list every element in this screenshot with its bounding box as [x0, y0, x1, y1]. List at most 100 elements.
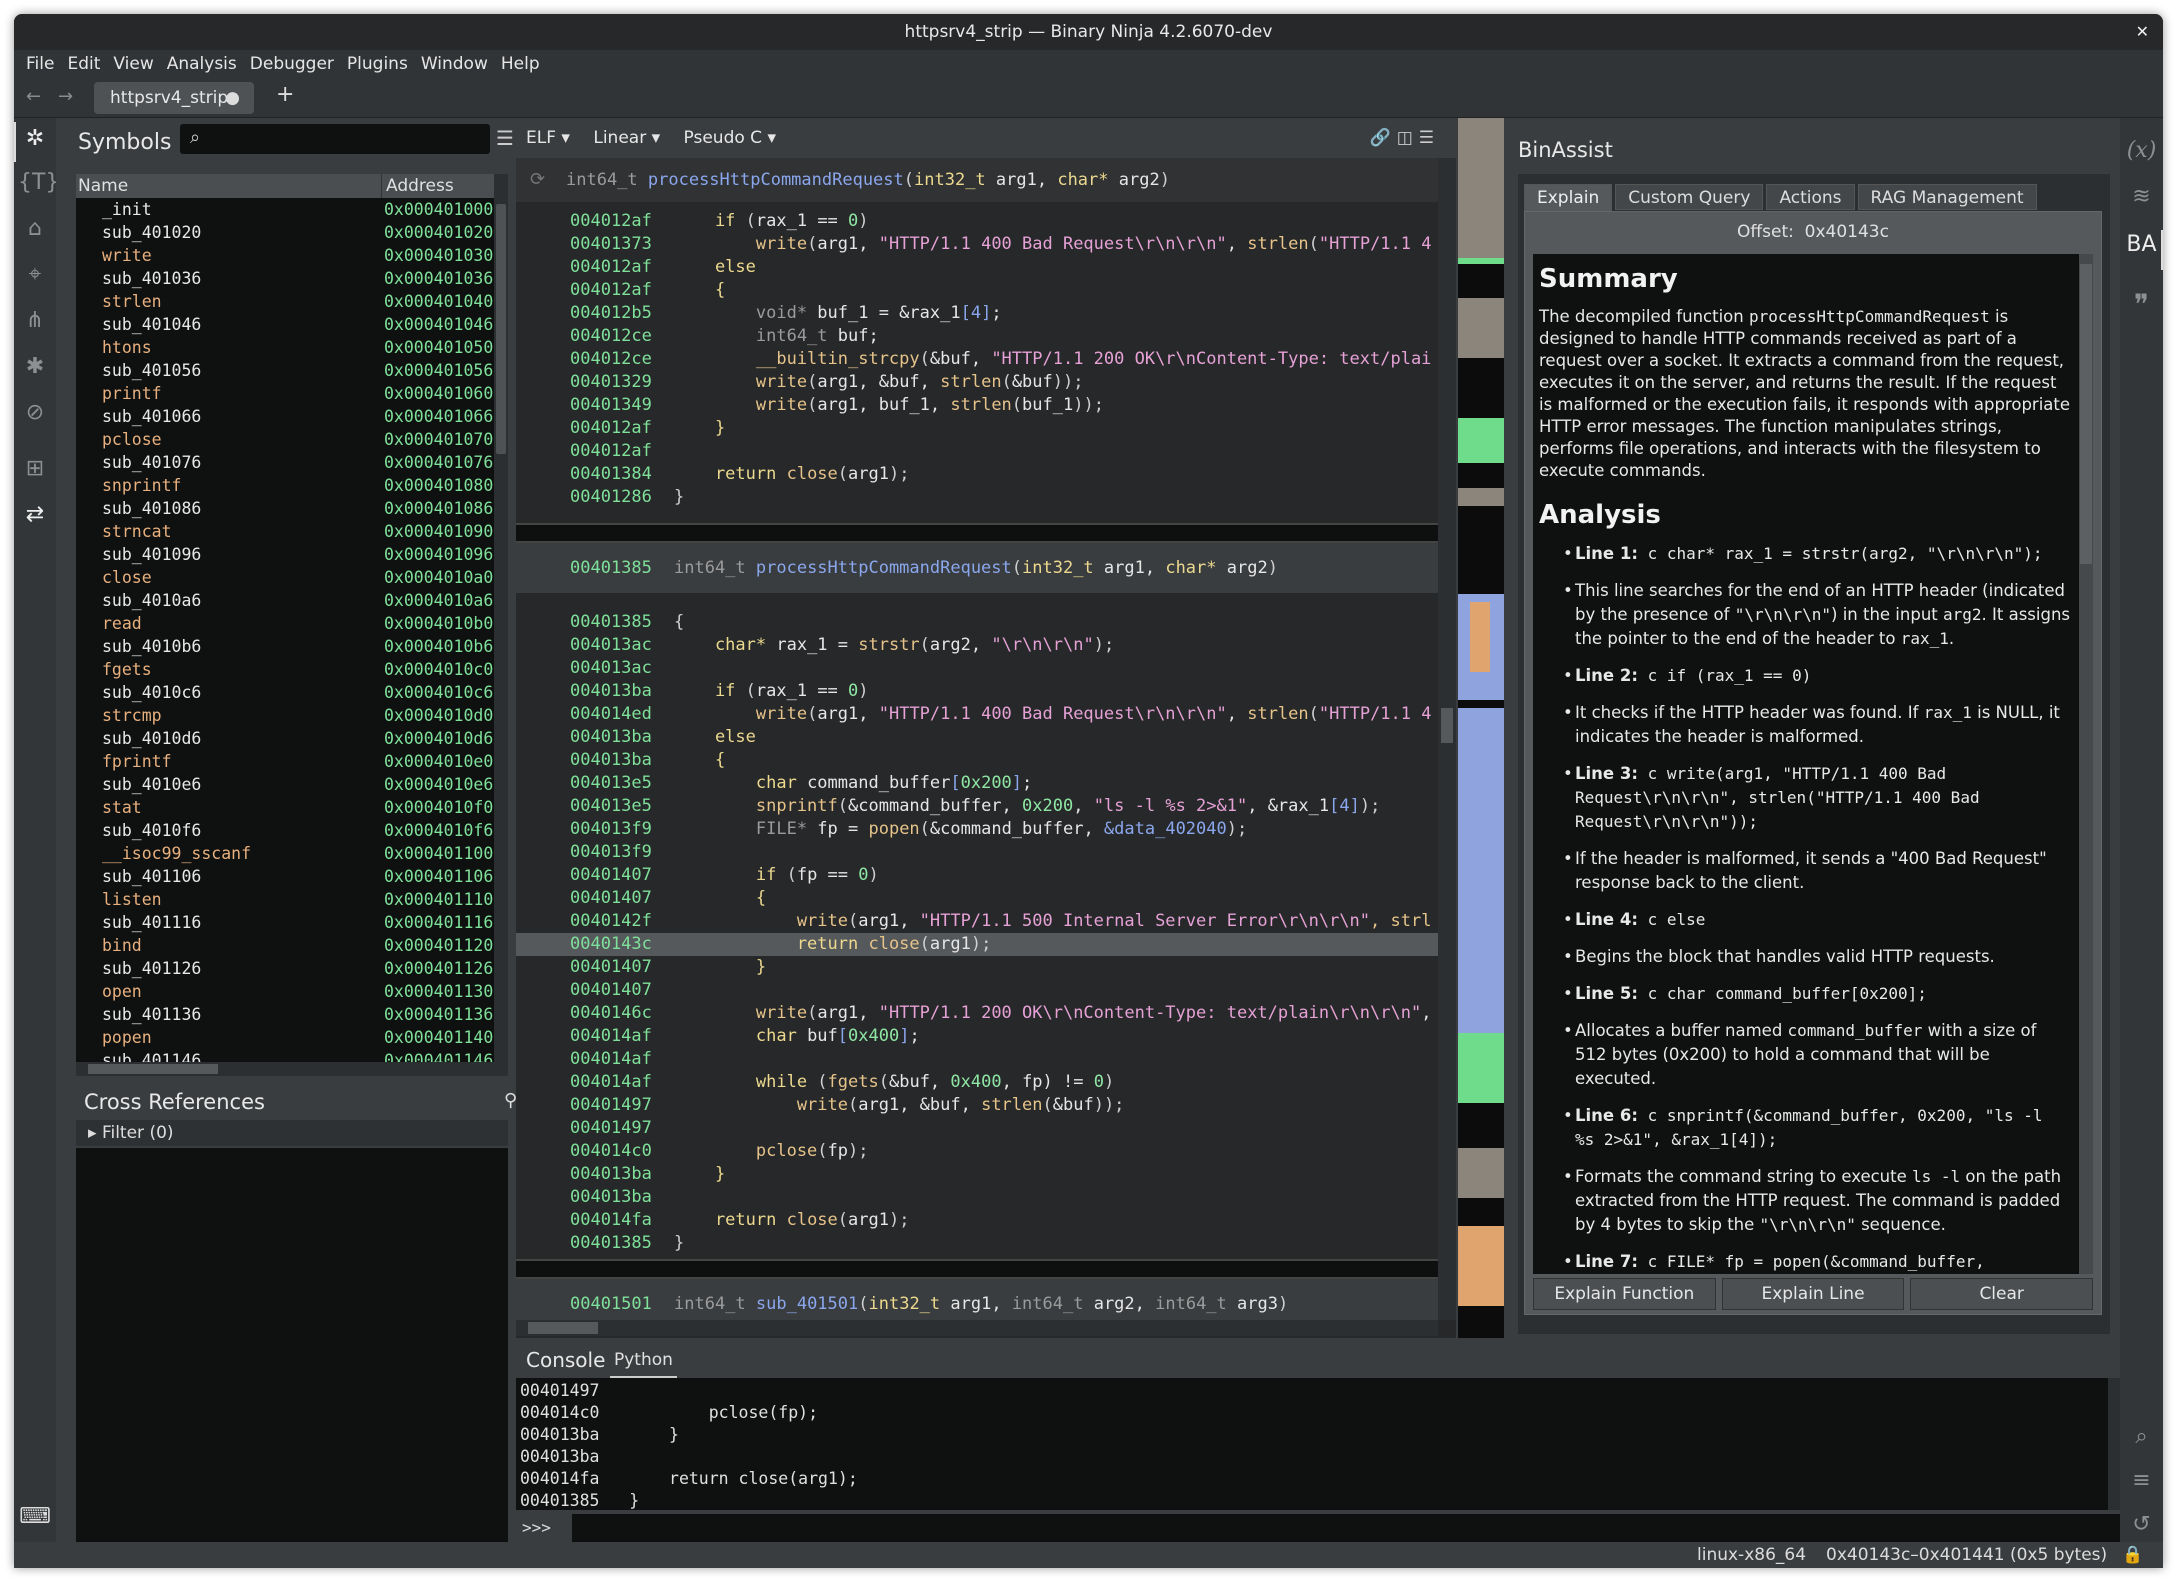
symbols-search-input[interactable]: ⌕ [180, 124, 490, 154]
tab-httpsrv4-strip[interactable]: httpsrv4_strip ● [94, 82, 254, 114]
code-line[interactable]: 004013f9 FILE* fp = popen(&command_buffe… [516, 818, 1438, 841]
code-line[interactable]: 004013ba [516, 1186, 1438, 1209]
symbol-row[interactable]: strncat 0x000401090 [76, 520, 508, 543]
symbol-row[interactable]: bind 0x000401120 [76, 934, 508, 957]
symbol-row[interactable]: sub_401106 0x000401106 [76, 865, 508, 888]
symbol-row[interactable]: sub_4010c6 0x0004010c6 [76, 681, 508, 704]
explanation-text-area[interactable]: Summary The decompiled function processH… [1533, 254, 2079, 1274]
platform-status[interactable]: linux-x86_64 [1697, 1542, 1806, 1568]
symbols-horizontal-scrollbar[interactable] [76, 1062, 508, 1076]
symbol-row[interactable]: read 0x0004010b0 [76, 612, 508, 635]
tags-icon[interactable]: ⌂ [18, 216, 52, 241]
symbol-row[interactable]: pclose 0x000401070 [76, 428, 508, 451]
function-header-band[interactable]: 00401501 int64_t sub_401501(int32_t arg1,… [516, 1279, 1438, 1320]
code-line[interactable]: 00401407 [516, 979, 1438, 1002]
code-line[interactable]: 004013ba if (rax_1 == 0) [516, 680, 1438, 703]
symbol-row[interactable]: sub_401076 0x000401076 [76, 451, 508, 474]
modified-dot-icon[interactable]: ● [225, 82, 240, 114]
tab-explain[interactable]: Explain [1524, 184, 1613, 212]
explain-line-button[interactable]: Explain Line [1721, 1278, 1905, 1310]
explain-function-button[interactable]: Explain Function [1533, 1278, 1716, 1310]
cross-references-filter[interactable]: ▸ Filter (0) [76, 1120, 508, 1146]
code-vertical-scrollbar[interactable] [1438, 158, 1456, 1320]
symbol-row[interactable]: popen 0x000401140 [76, 1026, 508, 1049]
symbol-row[interactable]: sub_4010d6 0x0004010d6 [76, 727, 508, 750]
tab-actions[interactable]: Actions [1766, 184, 1855, 210]
code-line[interactable]: 0040146c write(arg1, "HTTP/1.1 200 OK\r\… [516, 1002, 1438, 1025]
code-line[interactable]: 004012af { [516, 279, 1438, 302]
hamburger-menu-icon[interactable]: ☰ [496, 126, 514, 150]
code-line[interactable]: 004013f9 [516, 841, 1438, 864]
view-menu-icon[interactable]: ☰ [1419, 128, 1440, 148]
menu-file[interactable]: File [26, 50, 54, 78]
close-window-button[interactable]: ✕ [2136, 14, 2149, 50]
code-line[interactable]: 00401329 write(arg1, &buf, strlen(&buf))… [516, 371, 1438, 394]
symbol-row[interactable]: strcmp 0x0004010d0 [76, 704, 508, 727]
code-line[interactable]: 004014af char buf[0x400]; [516, 1025, 1438, 1048]
symbol-row[interactable]: fprintf 0x0004010e0 [76, 750, 508, 773]
clear-button[interactable]: Clear [1910, 1278, 2094, 1310]
symbol-row[interactable]: close 0x0004010a0 [76, 566, 508, 589]
code-line[interactable]: 004012af if (rax_1 == 0) [516, 210, 1438, 233]
symbols-vertical-scrollbar[interactable] [494, 174, 508, 1062]
symbol-row[interactable]: sub_4010e6 0x0004010e6 [76, 773, 508, 796]
menu-debugger[interactable]: Debugger [250, 50, 334, 78]
code-line[interactable]: 00401407 } [516, 956, 1438, 979]
menu-edit[interactable]: Edit [67, 50, 100, 78]
symbol-row[interactable]: sub_401136 0x000401136 [76, 1003, 508, 1026]
back-arrow-icon[interactable]: ← [26, 86, 41, 107]
symbol-row[interactable]: strlen 0x000401040 [76, 290, 508, 313]
symbols-icon[interactable]: ✲ [18, 126, 52, 151]
code-line[interactable]: 004013e5 char command_buffer[0x200]; [516, 772, 1438, 795]
symbol-row[interactable]: sub_401066 0x000401066 [76, 405, 508, 428]
symbol-row[interactable]: listen 0x000401110 [76, 888, 508, 911]
symbol-row[interactable]: printf 0x000401060 [76, 382, 508, 405]
code-line-selected[interactable]: 0040143c return close(arg1); [516, 933, 1438, 956]
code-line[interactable]: 004012af else [516, 256, 1438, 279]
code-line[interactable]: 00401497 write(arg1, &buf, strlen(&buf))… [516, 1094, 1438, 1117]
refresh-icon[interactable]: ⟳ [530, 158, 545, 202]
symbol-row[interactable]: __isoc99_sscanf 0x000401100 [76, 842, 508, 865]
symbol-row[interactable]: stat 0x0004010f0 [76, 796, 508, 819]
code-line[interactable]: 00401286} [516, 486, 1438, 509]
location-icon[interactable]: ⌖ [18, 262, 52, 287]
menu-view[interactable]: View [113, 50, 153, 78]
cross-references-icon[interactable]: ⇄ [18, 502, 52, 527]
code-line[interactable]: 00401373 write(arg1, "HTTP/1.1 400 Bad R… [516, 233, 1438, 256]
symbol-row[interactable]: snprintf 0x000401080 [76, 474, 508, 497]
code-line[interactable]: 004014ed write(arg1, "HTTP/1.1 400 Bad R… [516, 703, 1438, 726]
decompiled-code-area[interactable]: ⟳ int64_t processHttpCommandRequest(int32… [516, 158, 1438, 1320]
code-line[interactable]: 004012b5 void* buf_1 = &rax_1[4]; [516, 302, 1438, 325]
terminal-icon[interactable]: ⌨ [18, 1504, 52, 1529]
code-line[interactable]: 00401497 [516, 1117, 1438, 1140]
debugger-bug-icon[interactable]: ✱ [18, 354, 52, 379]
code-line[interactable]: 0040142f write(arg1, "HTTP/1.1 500 Inter… [516, 910, 1438, 933]
types-icon[interactable]: {T} [18, 170, 59, 195]
menu-window[interactable]: Window [421, 50, 488, 78]
symbol-row[interactable]: sub_4010a6 0x0004010a6 [76, 589, 508, 612]
code-line[interactable]: 004014fa return close(arg1); [516, 1209, 1438, 1232]
code-line[interactable]: 00401385 { [516, 611, 1438, 634]
pseudo-c-dropdown[interactable]: Pseudo C ▾ [684, 128, 776, 148]
search-icon[interactable]: ⌕ [2120, 1424, 2163, 1449]
column-header-name[interactable]: Name [78, 174, 128, 198]
symbol-row[interactable]: sub_4010f6 0x0004010f6 [76, 819, 508, 842]
tab-python[interactable]: Python [610, 1350, 677, 1378]
linear-view-dropdown[interactable]: Linear ▾ [593, 128, 660, 148]
symbol-row[interactable]: sub_401020 0x000401020 [76, 221, 508, 244]
forward-arrow-icon[interactable]: → [58, 86, 73, 107]
code-line[interactable]: 00401349 write(arg1, buf_1, strlen(buf_1… [516, 394, 1438, 417]
symbol-row[interactable]: sub_401126 0x000401126 [76, 957, 508, 980]
code-line[interactable]: 004014af while (fgets(&buf, 0x400, fp) !… [516, 1071, 1438, 1094]
history-icon[interactable]: ↺ [2120, 1512, 2163, 1537]
elf-dropdown[interactable]: ELF ▾ [526, 128, 570, 148]
split-view-icon[interactable]: ◫ [1397, 128, 1419, 148]
symbol-row[interactable]: sub_401096 0x000401096 [76, 543, 508, 566]
console-scrollbar[interactable] [2108, 1378, 2120, 1510]
tab-rag-management[interactable]: RAG Management [1857, 184, 2037, 210]
code-line[interactable]: 00401407 if (fp == 0) [516, 864, 1438, 887]
explanation-scrollbar[interactable] [2079, 254, 2093, 1274]
code-horizontal-scrollbar[interactable] [516, 1320, 1438, 1336]
text-align-icon[interactable]: ≡ [2120, 1468, 2163, 1493]
symbol-row[interactable]: sub_401116 0x000401116 [76, 911, 508, 934]
